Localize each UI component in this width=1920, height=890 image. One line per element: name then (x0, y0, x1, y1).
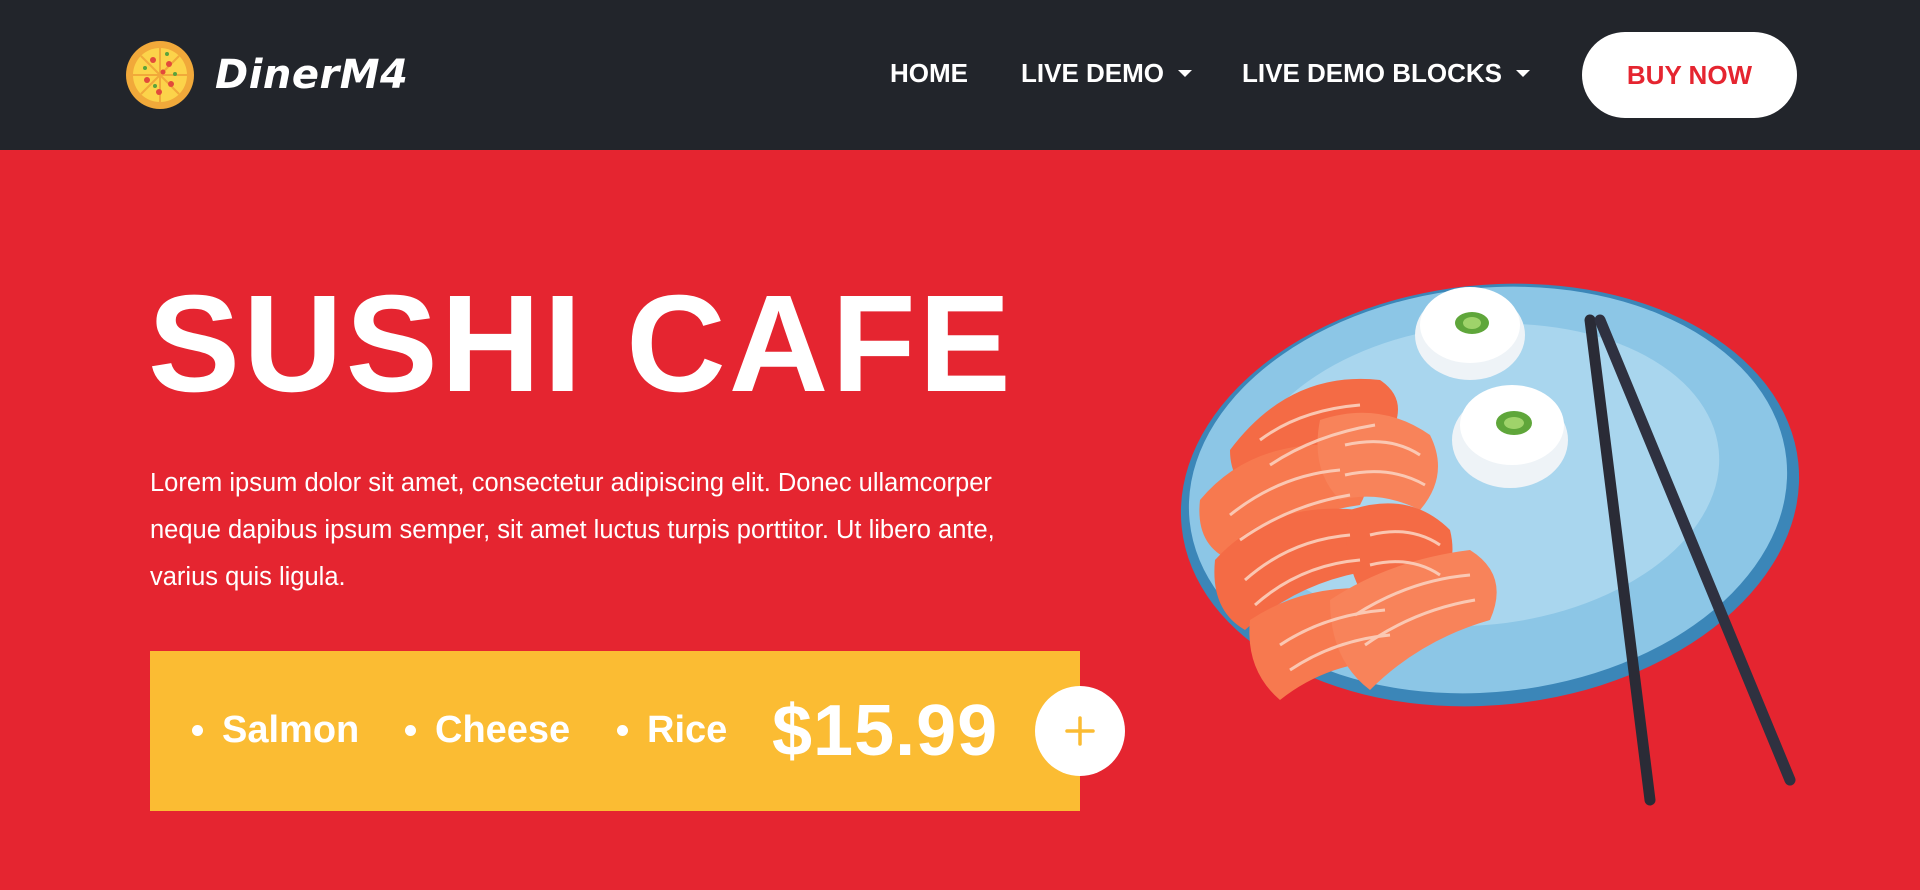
ingredient-item: Rice (617, 709, 727, 752)
sushi-plate-image (1180, 283, 1800, 806)
bullet-icon (617, 725, 628, 736)
caret-down-icon (1178, 70, 1193, 77)
ingredient-item: Cheese (405, 709, 570, 752)
plus-icon (1065, 716, 1095, 746)
nav-live-demo[interactable]: LIVE DEMO (1021, 58, 1193, 89)
ingredient-label: Cheese (435, 709, 571, 751)
ingredient-item: Salmon (192, 709, 359, 752)
nav-live-demo-blocks[interactable]: LIVE DEMO BLOCKS (1242, 58, 1531, 89)
add-to-cart-button[interactable] (1035, 686, 1125, 776)
nav-home[interactable]: HOME (890, 58, 968, 89)
pizza-icon (126, 41, 194, 109)
caret-down-icon (1516, 70, 1531, 77)
nav-home-label: HOME (890, 58, 968, 88)
brand[interactable]: DinerM4 (125, 39, 408, 111)
price-label: $15.99 (772, 691, 999, 771)
bullet-icon (192, 725, 203, 736)
buy-now-button[interactable]: BUY NOW (1582, 32, 1797, 118)
brand-name: DinerM4 (215, 52, 409, 98)
bullet-icon (405, 725, 416, 736)
ingredient-label: Salmon (222, 709, 360, 751)
nav-live-demo-label: LIVE DEMO (1021, 58, 1165, 88)
nav-live-demo-blocks-label: LIVE DEMO BLOCKS (1242, 58, 1503, 88)
ingredient-label: Rice (647, 709, 728, 751)
menu-card: Salmon Cheese Rice $15.99 (150, 651, 1080, 811)
navbar: DinerM4 HOME LIVE DEMO LIVE DEMO BLOCKS … (0, 0, 1920, 150)
buy-now-label: BUY NOW (1626, 59, 1753, 90)
hero-title: SUSHI CAFE (148, 267, 1014, 421)
hero-description: Lorem ipsum dolor sit amet, consectetur … (150, 469, 995, 591)
